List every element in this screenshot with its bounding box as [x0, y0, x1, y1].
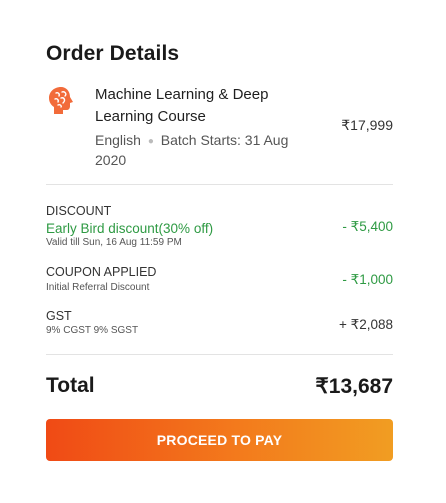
course-language: English — [95, 132, 141, 148]
discount-offer: Early Bird discount(30% off) — [46, 221, 214, 236]
separator-dot: ● — [147, 136, 154, 147]
total-label: Total — [46, 374, 95, 397]
gst-amount: + ₹2,088 — [338, 317, 393, 332]
course-meta: English ● Batch Starts: 31 Aug 2020 — [95, 131, 305, 170]
gst-label: GST — [46, 309, 72, 323]
discount-label: DISCOUNT — [46, 204, 112, 218]
coupon-detail: Initial Referral Discount — [46, 282, 150, 293]
course-name: Machine Learning & Deep Learning Course — [95, 86, 269, 125]
coupon-label: COUPON APPLIED — [46, 265, 157, 279]
course-price: ₹17,999 — [341, 117, 393, 133]
discount-validity: Valid till Sun, 16 Aug 11:59 PM — [46, 237, 182, 248]
gst-detail: 9% CGST 9% SGST — [46, 325, 139, 336]
coupon-amount: - ₹1,000 — [342, 272, 393, 287]
proceed-to-pay-button[interactable]: PROCEED TO PAY — [46, 419, 393, 461]
brain-icon — [49, 87, 73, 114]
discount-amount: - ₹5,400 — [342, 219, 393, 234]
order-details-title: Order Details — [46, 42, 180, 65]
total-amount: ₹13,687 — [315, 375, 393, 398]
divider — [46, 354, 393, 355]
divider — [46, 184, 393, 185]
